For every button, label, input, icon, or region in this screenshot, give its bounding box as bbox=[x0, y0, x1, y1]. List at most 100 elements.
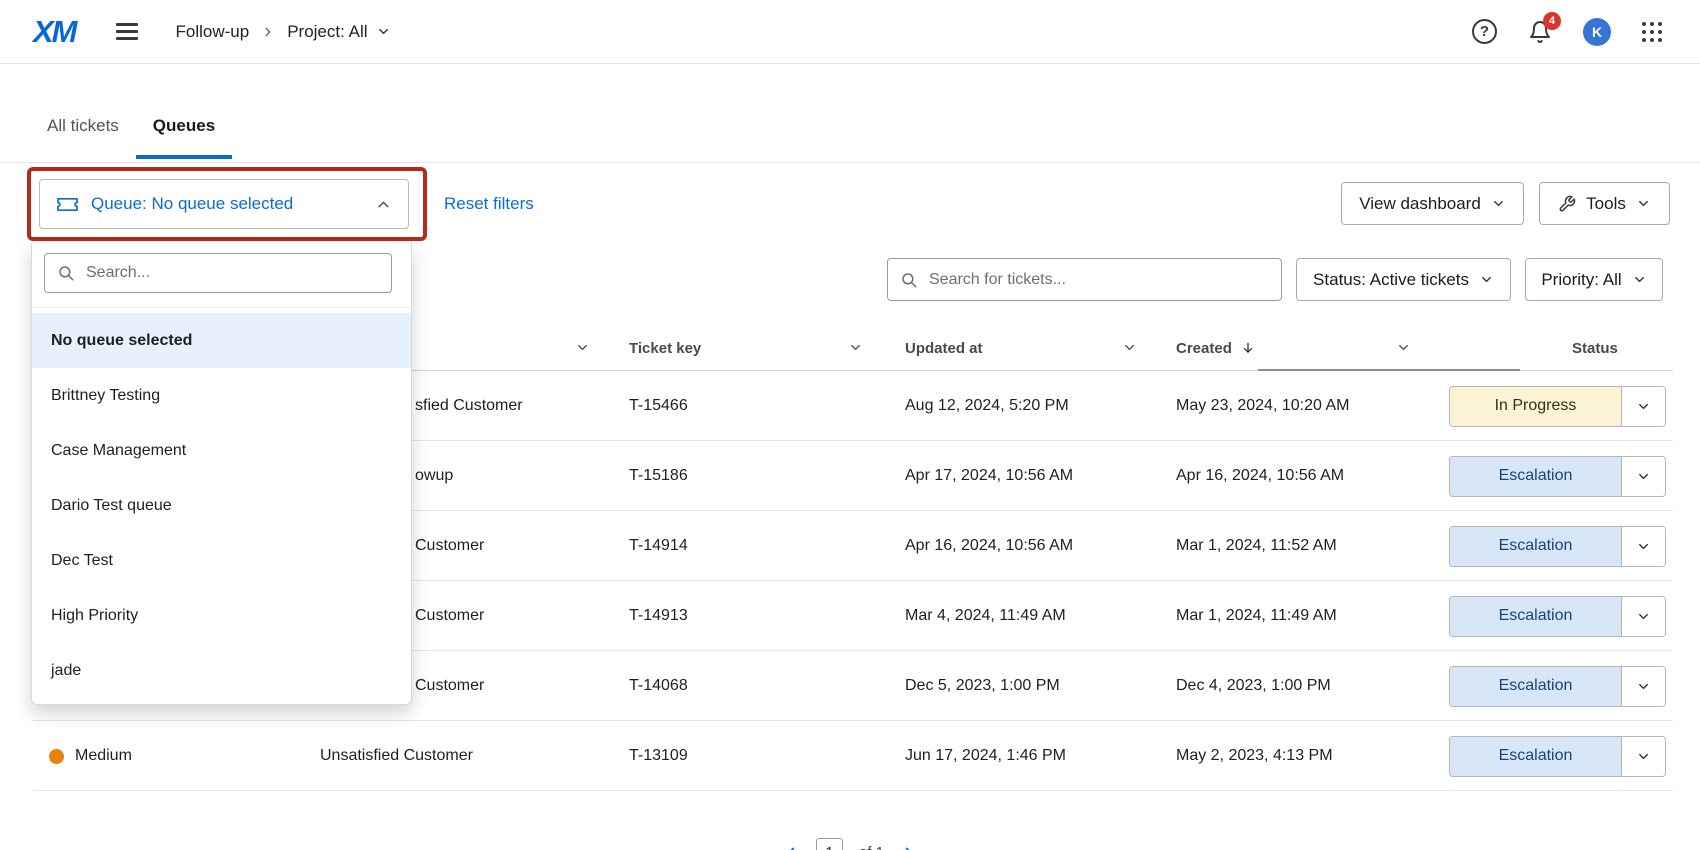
header-created[interactable]: Created bbox=[1176, 325, 1255, 371]
page-total-label: of 1 bbox=[859, 844, 884, 850]
column-menu-chevron-icon[interactable] bbox=[848, 340, 863, 355]
queue-option[interactable]: Case Management bbox=[32, 423, 411, 478]
ticket-name-cell: Customer bbox=[415, 581, 484, 651]
queue-option[interactable]: High Priority bbox=[32, 588, 411, 643]
ticket-key-cell: T-14914 bbox=[629, 511, 688, 581]
avatar[interactable]: K bbox=[1583, 18, 1611, 46]
status-chevron-button[interactable] bbox=[1621, 667, 1665, 706]
chevron-up-icon bbox=[375, 196, 392, 213]
priority-dot-icon bbox=[49, 749, 64, 764]
queue-option[interactable]: No queue selected bbox=[32, 313, 411, 368]
status-badge[interactable]: In Progress bbox=[1449, 386, 1666, 427]
queue-option-label: Dario Test queue bbox=[51, 497, 172, 515]
reset-filters-link[interactable]: Reset filters bbox=[444, 194, 534, 214]
header-ticket-key[interactable]: Ticket key bbox=[629, 325, 701, 371]
current-page-box[interactable]: 1 bbox=[816, 838, 843, 850]
status-label: In Progress bbox=[1450, 387, 1621, 426]
status-badge[interactable]: Escalation bbox=[1449, 526, 1666, 567]
priority-filter-button[interactable]: Priority: All bbox=[1525, 258, 1663, 301]
updated-at-cell: Aug 12, 2024, 5:20 PM bbox=[905, 371, 1069, 441]
chevron-down-icon bbox=[1636, 679, 1651, 694]
tab-all-tickets[interactable]: All tickets bbox=[30, 116, 136, 159]
chevron-down-icon bbox=[1636, 399, 1651, 414]
breadcrumb-section[interactable]: Follow-up bbox=[176, 22, 250, 42]
help-icon[interactable]: ? bbox=[1472, 19, 1497, 44]
queue-option[interactable]: Dario Test queue bbox=[32, 478, 411, 533]
queue-option[interactable]: jade bbox=[32, 643, 411, 698]
queue-option-label: High Priority bbox=[51, 607, 138, 625]
status-chevron-button[interactable] bbox=[1621, 457, 1665, 496]
column-menu-chevron-icon[interactable] bbox=[1122, 340, 1137, 355]
status-cell: In Progress bbox=[1449, 371, 1666, 441]
created-cell: May 2, 2023, 4:13 PM bbox=[1176, 721, 1333, 791]
status-filter-label: Status: Active tickets bbox=[1313, 270, 1469, 290]
wrench-icon bbox=[1558, 195, 1576, 213]
queue-selector-button[interactable]: Queue: No queue selected bbox=[39, 179, 409, 229]
header-updated-at[interactable]: Updated at bbox=[905, 325, 983, 371]
priority-cell: Medium bbox=[49, 721, 132, 791]
ticket-name-cell: Customer bbox=[415, 651, 484, 721]
notifications-button[interactable]: 4 bbox=[1528, 20, 1552, 44]
created-cell: Mar 1, 2024, 11:52 AM bbox=[1176, 511, 1337, 581]
created-cell: May 23, 2024, 10:20 AM bbox=[1176, 371, 1349, 441]
queue-option[interactable]: Dec Test bbox=[32, 533, 411, 588]
status-badge[interactable]: Escalation bbox=[1449, 736, 1666, 777]
chevron-down-icon bbox=[1479, 272, 1494, 287]
column-menu-chevron-icon[interactable] bbox=[1396, 340, 1411, 355]
updated-at-cell: Apr 17, 2024, 10:56 AM bbox=[905, 441, 1073, 511]
queue-option-label: Brittney Testing bbox=[51, 387, 160, 405]
apps-grid-icon[interactable] bbox=[1642, 22, 1662, 42]
status-cell: Escalation bbox=[1449, 721, 1666, 791]
status-chevron-button[interactable] bbox=[1621, 737, 1665, 776]
queue-option-label: No queue selected bbox=[51, 332, 192, 350]
status-label: Escalation bbox=[1450, 527, 1621, 566]
status-chevron-button[interactable] bbox=[1621, 597, 1665, 636]
menu-icon[interactable] bbox=[116, 23, 138, 40]
tools-label: Tools bbox=[1586, 194, 1626, 214]
status-badge[interactable]: Escalation bbox=[1449, 456, 1666, 497]
status-filter-button[interactable]: Status: Active tickets bbox=[1296, 258, 1511, 301]
status-chevron-button[interactable] bbox=[1621, 387, 1665, 426]
status-badge[interactable]: Escalation bbox=[1449, 666, 1666, 707]
chevron-down-icon bbox=[1491, 196, 1506, 211]
top-bar: XM Follow-up Project: All ? 4 K bbox=[0, 0, 1700, 64]
dropdown-divider bbox=[32, 307, 411, 308]
created-cell: Apr 16, 2024, 10:56 AM bbox=[1176, 441, 1344, 511]
queue-option[interactable]: Brittney Testing bbox=[32, 368, 411, 423]
ticket-icon bbox=[56, 195, 79, 214]
status-cell: Escalation bbox=[1449, 581, 1666, 651]
queue-search-input[interactable] bbox=[84, 263, 379, 283]
project-selector[interactable]: Project: All bbox=[287, 22, 390, 42]
tabs-divider bbox=[0, 162, 1700, 163]
ticket-name-cell: sfied Customer bbox=[415, 371, 523, 441]
header-status[interactable]: Status bbox=[1572, 325, 1618, 371]
chevron-down-icon bbox=[1636, 609, 1651, 624]
ticket-name-cell: Customer bbox=[415, 511, 484, 581]
previous-page-icon[interactable] bbox=[782, 844, 800, 850]
status-badge[interactable]: Escalation bbox=[1449, 596, 1666, 637]
search-icon bbox=[57, 264, 75, 282]
ticket-key-cell: T-15186 bbox=[629, 441, 688, 511]
ticket-search bbox=[887, 258, 1282, 301]
search-icon bbox=[900, 271, 918, 289]
chevron-down-icon bbox=[1636, 749, 1651, 764]
status-chevron-button[interactable] bbox=[1621, 527, 1665, 566]
created-cell: Dec 4, 2023, 1:00 PM bbox=[1176, 651, 1331, 721]
created-cell: Mar 1, 2024, 11:49 AM bbox=[1176, 581, 1337, 651]
chevron-down-icon bbox=[1636, 539, 1651, 554]
status-cell: Escalation bbox=[1449, 511, 1666, 581]
updated-at-cell: Jun 17, 2024, 1:46 PM bbox=[905, 721, 1066, 791]
view-dashboard-button[interactable]: View dashboard bbox=[1341, 182, 1524, 225]
status-label: Escalation bbox=[1450, 737, 1621, 776]
table-row[interactable]: Medium Unsatisfied Customer T-13109 Jun … bbox=[33, 721, 1673, 791]
xm-logo: XM bbox=[33, 14, 76, 50]
tools-button[interactable]: Tools bbox=[1539, 182, 1670, 225]
column-menu-chevron-icon[interactable] bbox=[575, 340, 590, 355]
ticket-search-input[interactable] bbox=[927, 270, 1269, 290]
queue-dropdown: No queue selected Brittney Testing Case … bbox=[31, 243, 412, 705]
header-status-label: Status bbox=[1572, 340, 1618, 357]
queue-search bbox=[44, 253, 392, 293]
tab-queues[interactable]: Queues bbox=[136, 116, 232, 159]
updated-at-cell: Dec 5, 2023, 1:00 PM bbox=[905, 651, 1060, 721]
next-page-icon[interactable] bbox=[900, 844, 918, 850]
